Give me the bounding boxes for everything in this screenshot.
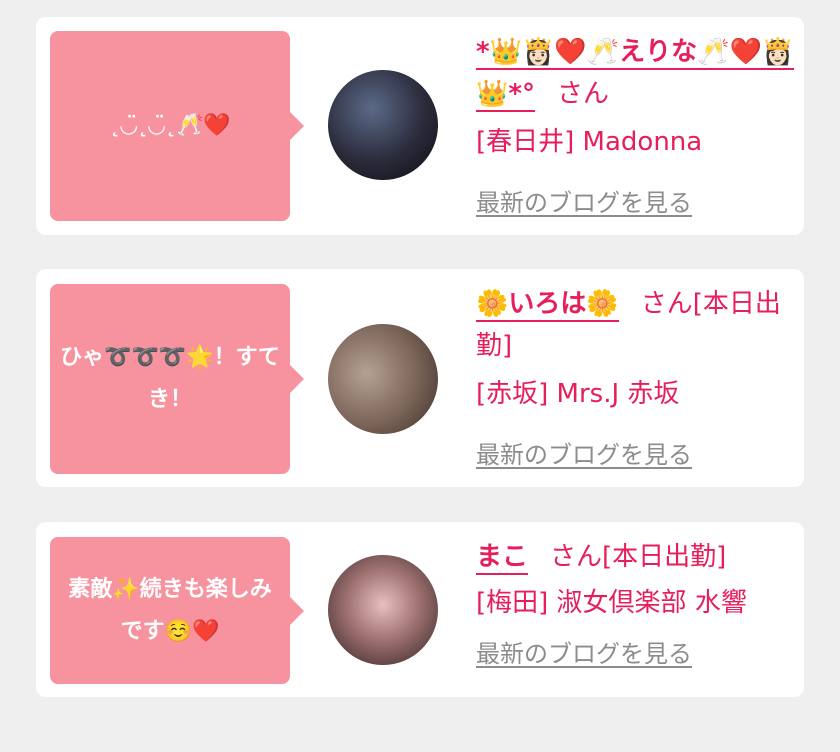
profile-name-link[interactable]: 🌼いろは🌼 xyxy=(476,289,619,322)
comment-card: 素敵✨続きも楽しみです☺️❤️ まこ さん[本日出勤] [梅田] 淑女倶楽部 水響… xyxy=(36,522,804,697)
comment-bubble: 素敵✨続きも楽しみです☺️❤️ xyxy=(50,537,304,684)
name-line: 🌼いろは🌼 さん[本日出勤] xyxy=(476,283,796,367)
latest-blog-link[interactable]: 最新のブログを見る xyxy=(476,435,692,470)
comment-text: 素敵✨続きも楽しみです☺️❤️ xyxy=(68,576,272,644)
profile-info: まこ さん[本日出勤] [梅田] 淑女倶楽部 水響 最新のブログを見る xyxy=(476,536,796,669)
avatar[interactable] xyxy=(328,70,438,180)
profile-info: 🌼いろは🌼 さん[本日出勤] [赤坂] Mrs.J 赤坂 最新のブログを見る xyxy=(476,283,796,470)
avatar[interactable] xyxy=(328,555,438,665)
shop-label: [赤坂] Mrs.J 赤坂 xyxy=(476,379,680,409)
comment-card: ˛◡̈˛◡̈˛🥂❤️ *👑👸🏻❤️🥂えりな🥂❤️👸🏻👑*° さん [春日井] Ma… xyxy=(36,17,804,235)
honorific-status: さん xyxy=(556,79,609,109)
shop-label: [春日井] Madonna xyxy=(476,127,703,157)
shop-label: [梅田] 淑女倶楽部 水響 xyxy=(476,588,747,618)
comment-list: ˛◡̈˛◡̈˛🥂❤️ *👑👸🏻❤️🥂えりな🥂❤️👸🏻👑*° さん [春日井] Ma… xyxy=(0,0,840,752)
latest-blog-link[interactable]: 最新のブログを見る xyxy=(476,634,692,669)
name-line: *👑👸🏻❤️🥂えりな🥂❤️👸🏻👑*° さん xyxy=(476,31,796,115)
honorific-status: さん[本日出勤] xyxy=(550,542,727,572)
profile-name-link[interactable]: まこ xyxy=(476,542,529,575)
profile-info: *👑👸🏻❤️🥂えりな🥂❤️👸🏻👑*° さん [春日井] Madonna 最新のブロ… xyxy=(476,31,796,218)
name-line: まこ さん[本日出勤] xyxy=(476,536,796,578)
comment-text: ˛◡̈˛◡̈˛🥂❤️ xyxy=(109,113,231,138)
latest-blog-link[interactable]: 最新のブログを見る xyxy=(476,183,692,218)
profile-name-link[interactable]: *👑👸🏻❤️🥂えりな🥂❤️👸🏻👑*° xyxy=(476,37,795,112)
comment-bubble: ひゃ➰➰➰🌟！すてき！ xyxy=(50,284,304,474)
avatar[interactable] xyxy=(328,324,438,434)
comment-bubble: ˛◡̈˛◡̈˛🥂❤️ xyxy=(50,31,304,221)
comment-text: ひゃ➰➰➰🌟！すてき！ xyxy=(60,345,280,412)
comment-card: ひゃ➰➰➰🌟！すてき！ 🌼いろは🌼 さん[本日出勤] [赤坂] Mrs.J 赤坂 … xyxy=(36,269,804,487)
